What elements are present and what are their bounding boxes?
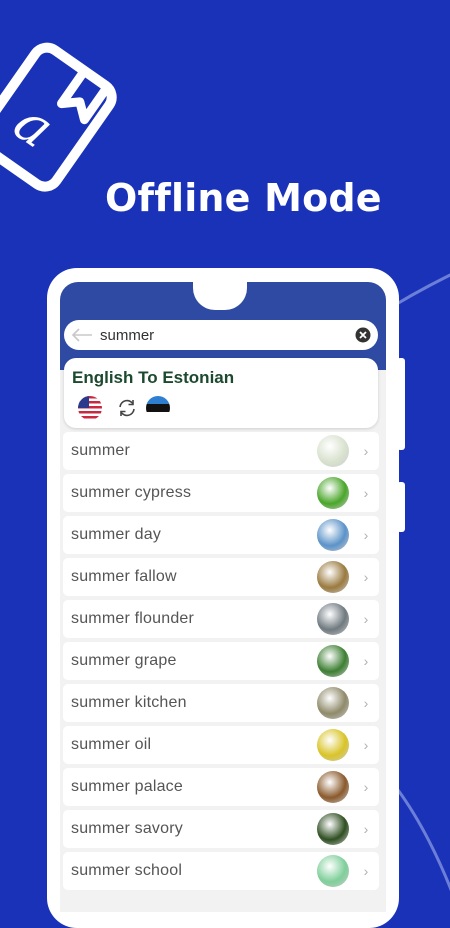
list-item-label: summer palace <box>71 778 183 795</box>
list-item-label: summer fallow <box>71 568 177 585</box>
list-item[interactable]: summer fallow › <box>63 558 379 596</box>
search-input[interactable]: summer <box>100 327 348 344</box>
list-item[interactable]: summer school › <box>63 852 379 890</box>
list-item[interactable]: summer flounder › <box>63 600 379 638</box>
chevron-right-icon: › <box>363 737 369 753</box>
list-item-thumbnail <box>317 855 349 887</box>
headline-title: Offline Mode <box>105 176 382 220</box>
phone-side-button <box>397 482 405 532</box>
list-item-label: summer kitchen <box>71 694 187 711</box>
list-item-label: summer <box>71 442 130 459</box>
chevron-right-icon: › <box>363 779 369 795</box>
chevron-right-icon: › <box>363 527 369 543</box>
close-circle-icon[interactable] <box>348 320 378 350</box>
chevron-right-icon: › <box>363 695 369 711</box>
list-item-label: summer school <box>71 862 183 879</box>
language-pair-title: English To Estonian <box>72 368 235 387</box>
list-item-thumbnail <box>317 561 349 593</box>
list-item[interactable]: summer kitchen › <box>63 684 379 722</box>
app-screen: summer English To Estonian summer › summ… <box>60 282 386 912</box>
search-bar[interactable]: summer <box>64 320 378 350</box>
list-item-label: summer day <box>71 526 162 543</box>
list-item-label: summer oil <box>71 736 152 753</box>
list-item[interactable]: summer day › <box>63 516 379 554</box>
list-item-thumbnail <box>317 477 349 509</box>
list-item-thumbnail <box>317 771 349 803</box>
arrow-left-icon[interactable] <box>64 320 100 350</box>
list-item[interactable]: summer grape › <box>63 642 379 680</box>
list-item-thumbnail <box>317 645 349 677</box>
chevron-right-icon: › <box>363 485 369 501</box>
list-item-thumbnail <box>317 603 349 635</box>
swap-icon[interactable] <box>116 397 138 419</box>
list-item-label: summer flounder <box>71 610 195 627</box>
us-flag-icon[interactable] <box>78 396 102 420</box>
list-item-thumbnail <box>317 729 349 761</box>
chevron-right-icon: › <box>363 863 369 879</box>
list-item[interactable]: summer palace › <box>63 768 379 806</box>
chevron-right-icon: › <box>363 611 369 627</box>
list-item[interactable]: summer savory › <box>63 810 379 848</box>
estonia-flag-icon[interactable] <box>146 396 170 420</box>
chevron-right-icon: › <box>363 569 369 585</box>
chevron-right-icon: › <box>363 653 369 669</box>
list-item-label: summer cypress <box>71 484 192 501</box>
chevron-right-icon: › <box>363 821 369 837</box>
list-item[interactable]: summer cypress › <box>63 474 379 512</box>
list-item-thumbnail <box>317 435 349 467</box>
list-item[interactable]: summer oil › <box>63 726 379 764</box>
list-item[interactable]: summer › <box>63 432 379 470</box>
svg-text:a: a <box>3 90 66 160</box>
list-item-thumbnail <box>317 519 349 551</box>
phone-side-button <box>397 358 405 450</box>
results-list: summer › summer cypress › summer day › summer … <box>63 432 379 894</box>
list-item-label: summer savory <box>71 820 183 837</box>
chevron-right-icon: › <box>363 443 369 459</box>
language-card: English To Estonian <box>64 358 378 428</box>
list-item-thumbnail <box>317 813 349 845</box>
list-item-label: summer grape <box>71 652 177 669</box>
app-logo-icon: a <box>0 42 117 192</box>
list-item-thumbnail <box>317 687 349 719</box>
